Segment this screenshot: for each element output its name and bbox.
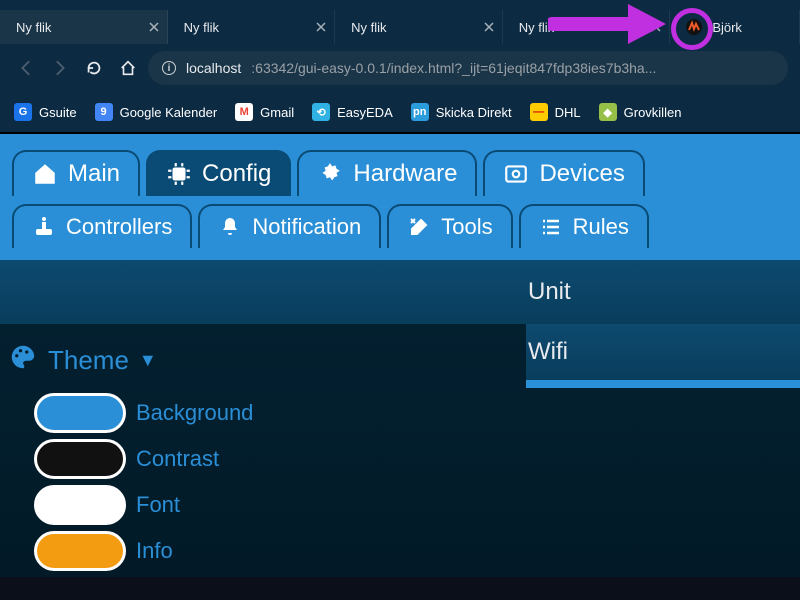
browser-tab[interactable]: Ny flik xyxy=(0,10,168,44)
url-host: localhost xyxy=(186,60,241,76)
bookmark-favicon-icon: ◆ xyxy=(599,103,617,121)
swatch-background[interactable]: Background xyxy=(34,393,526,433)
nav-label: Notification xyxy=(252,214,361,240)
bookmark-favicon-icon: ⟲ xyxy=(312,103,330,121)
bookmark-favicon-icon: pn xyxy=(411,103,429,121)
swatch-font[interactable]: Font xyxy=(34,485,526,525)
home-icon xyxy=(32,161,58,187)
section-unit[interactable]: Unit xyxy=(0,260,800,324)
tab-label: Björk xyxy=(712,20,791,35)
section-label: Wifi xyxy=(528,338,568,366)
browser-nav-bar: i localhost :63342/gui-easy-0.0.1/index.h… xyxy=(0,44,800,92)
section-wifi[interactable]: Wifi xyxy=(526,324,800,388)
bookmark-label: Google Kalender xyxy=(120,105,218,120)
swatch-label: Background xyxy=(136,400,253,426)
home-button[interactable] xyxy=(114,54,142,82)
browser-tab[interactable]: Ny flik xyxy=(168,10,336,44)
bookmark-item[interactable]: 9 Google Kalender xyxy=(95,103,218,121)
back-button[interactable] xyxy=(12,54,40,82)
app-root: Main Config Hardware Devices Controllers xyxy=(0,134,800,577)
browser-tab[interactable]: Ny flik xyxy=(335,10,503,44)
swatch-label: Contrast xyxy=(136,446,219,472)
chevron-down-icon: ▼ xyxy=(139,350,157,371)
bookmark-favicon-icon: — xyxy=(530,103,548,121)
bookmark-favicon-icon: G xyxy=(14,103,32,121)
nav-notification[interactable]: Notification xyxy=(198,204,381,248)
bookmark-label: Skicka Direkt xyxy=(436,105,512,120)
nav-config[interactable]: Config xyxy=(146,150,291,196)
browser-tab-bar: Ny flik Ny flik Ny flik Ny flik Björk xyxy=(0,0,800,44)
bookmark-label: Grovkillen xyxy=(624,105,682,120)
tools-icon xyxy=(407,215,431,239)
swatch-label: Font xyxy=(136,492,180,518)
nav-label: Devices xyxy=(539,160,624,188)
nav-controllers[interactable]: Controllers xyxy=(12,204,192,248)
section-label: Unit xyxy=(0,278,571,306)
nav-devices[interactable]: Devices xyxy=(483,150,644,196)
bookmark-bar: G Gsuite 9 Google Kalender M Gmail ⟲ Eas… xyxy=(0,92,800,132)
swatch-contrast[interactable]: Contrast xyxy=(34,439,526,479)
reload-button[interactable] xyxy=(80,54,108,82)
tab-label: Ny flik xyxy=(519,20,652,35)
controller-icon xyxy=(32,215,56,239)
nav-label: Hardware xyxy=(353,160,457,188)
bookmark-label: EasyEDA xyxy=(337,105,393,120)
nav-hardware[interactable]: Hardware xyxy=(297,150,477,196)
swatch-info[interactable]: Info xyxy=(34,531,526,571)
bookmark-item[interactable]: pn Skicka Direkt xyxy=(411,103,512,121)
chip-icon xyxy=(166,161,192,187)
gear-icon xyxy=(317,161,343,187)
bookmark-item[interactable]: M Gmail xyxy=(235,103,294,121)
color-swatch xyxy=(34,439,126,479)
color-swatch xyxy=(34,485,126,525)
nav-label: Rules xyxy=(573,214,629,240)
nav-label: Config xyxy=(202,160,271,188)
color-swatch xyxy=(34,393,126,433)
tab-label: Ny flik xyxy=(184,20,317,35)
devices-icon xyxy=(503,161,529,187)
bookmark-item[interactable]: ◆ Grovkillen xyxy=(599,103,682,121)
bookmark-label: DHL xyxy=(555,105,581,120)
swatch-label: Info xyxy=(136,538,173,564)
theme-header[interactable]: Theme ▼ xyxy=(6,332,526,393)
url-bar[interactable]: i localhost :63342/gui-easy-0.0.1/index.h… xyxy=(148,51,788,85)
theme-panel: Theme ▼ Background Contrast Font xyxy=(0,324,526,577)
bookmark-item[interactable]: ⟲ EasyEDA xyxy=(312,103,393,121)
bookmark-label: Gmail xyxy=(260,105,294,120)
browser-tab[interactable]: Björk xyxy=(670,10,800,44)
top-navigation: Main Config Hardware Devices Controllers xyxy=(0,134,800,260)
theme-title: Theme xyxy=(48,345,129,376)
close-icon[interactable] xyxy=(316,20,326,35)
bell-icon xyxy=(218,215,242,239)
nav-rules[interactable]: Rules xyxy=(519,204,649,248)
bookmark-favicon-icon: 9 xyxy=(95,103,113,121)
bookmark-item[interactable]: G Gsuite xyxy=(14,103,77,121)
forward-button[interactable] xyxy=(46,54,74,82)
favicon-icon xyxy=(686,19,702,35)
bookmark-favicon-icon: M xyxy=(235,103,253,121)
nav-label: Main xyxy=(68,160,120,188)
url-path: :63342/gui-easy-0.0.1/index.html?_ijt=61… xyxy=(251,60,656,76)
tab-label: Ny flik xyxy=(351,20,484,35)
nav-main[interactable]: Main xyxy=(12,150,140,196)
nav-label: Controllers xyxy=(66,214,172,240)
close-icon[interactable] xyxy=(484,20,494,35)
bookmark-label: Gsuite xyxy=(39,105,77,120)
browser-tab[interactable]: Ny flik xyxy=(503,10,671,44)
close-icon[interactable] xyxy=(149,20,159,35)
palette-icon xyxy=(8,342,38,379)
color-swatch xyxy=(34,531,126,571)
nav-tools[interactable]: Tools xyxy=(387,204,512,248)
close-icon[interactable] xyxy=(651,20,661,35)
bookmark-item[interactable]: — DHL xyxy=(530,103,581,121)
site-info-icon[interactable]: i xyxy=(162,61,176,75)
list-icon xyxy=(539,215,563,239)
nav-label: Tools xyxy=(441,214,492,240)
tab-label: Ny flik xyxy=(16,20,149,35)
